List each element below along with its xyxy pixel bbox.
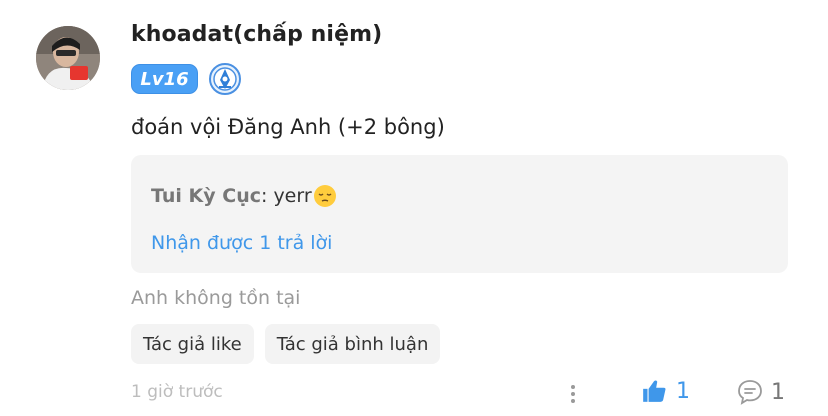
- user-badges: Lv16: [131, 62, 242, 96]
- author-chips: Tác giả like Tác giả bình luận: [131, 324, 441, 364]
- level-badge: Lv16: [131, 64, 198, 94]
- tag-line: Anh không tồn tại: [131, 287, 301, 309]
- more-vertical-icon[interactable]: [566, 383, 580, 405]
- pensive-face-emoji: [313, 185, 336, 207]
- chip-author-like: Tác giả like: [131, 324, 254, 364]
- reply-preview[interactable]: Tui Kỳ Cục: yerr Nhận được 1 trả lời: [131, 155, 788, 273]
- username[interactable]: khoadat(chấp niệm): [131, 22, 382, 47]
- reply-text: yerr: [273, 185, 312, 207]
- like-count: 1: [676, 378, 690, 404]
- comment-icon: [738, 380, 762, 405]
- reply-author[interactable]: Tui Kỳ Cục: [151, 185, 261, 207]
- avatar[interactable]: [36, 26, 100, 90]
- comment-button[interactable]: 1: [736, 378, 785, 406]
- medal-icon[interactable]: [208, 62, 242, 96]
- reply-count-link[interactable]: Nhận được 1 trả lời: [151, 232, 332, 254]
- reply-line: Tui Kỳ Cục: yerr: [151, 184, 337, 208]
- like-button[interactable]: 1: [641, 378, 690, 404]
- comment-text: đoán vội Đăng Anh (+2 bông): [131, 115, 445, 139]
- reply-separator: :: [260, 185, 274, 207]
- comment-count: 1: [771, 379, 785, 405]
- chip-author-comment: Tác giả bình luận: [264, 324, 441, 364]
- thumbs-up-icon: [643, 380, 666, 402]
- timestamp: 1 giờ trước: [131, 382, 223, 402]
